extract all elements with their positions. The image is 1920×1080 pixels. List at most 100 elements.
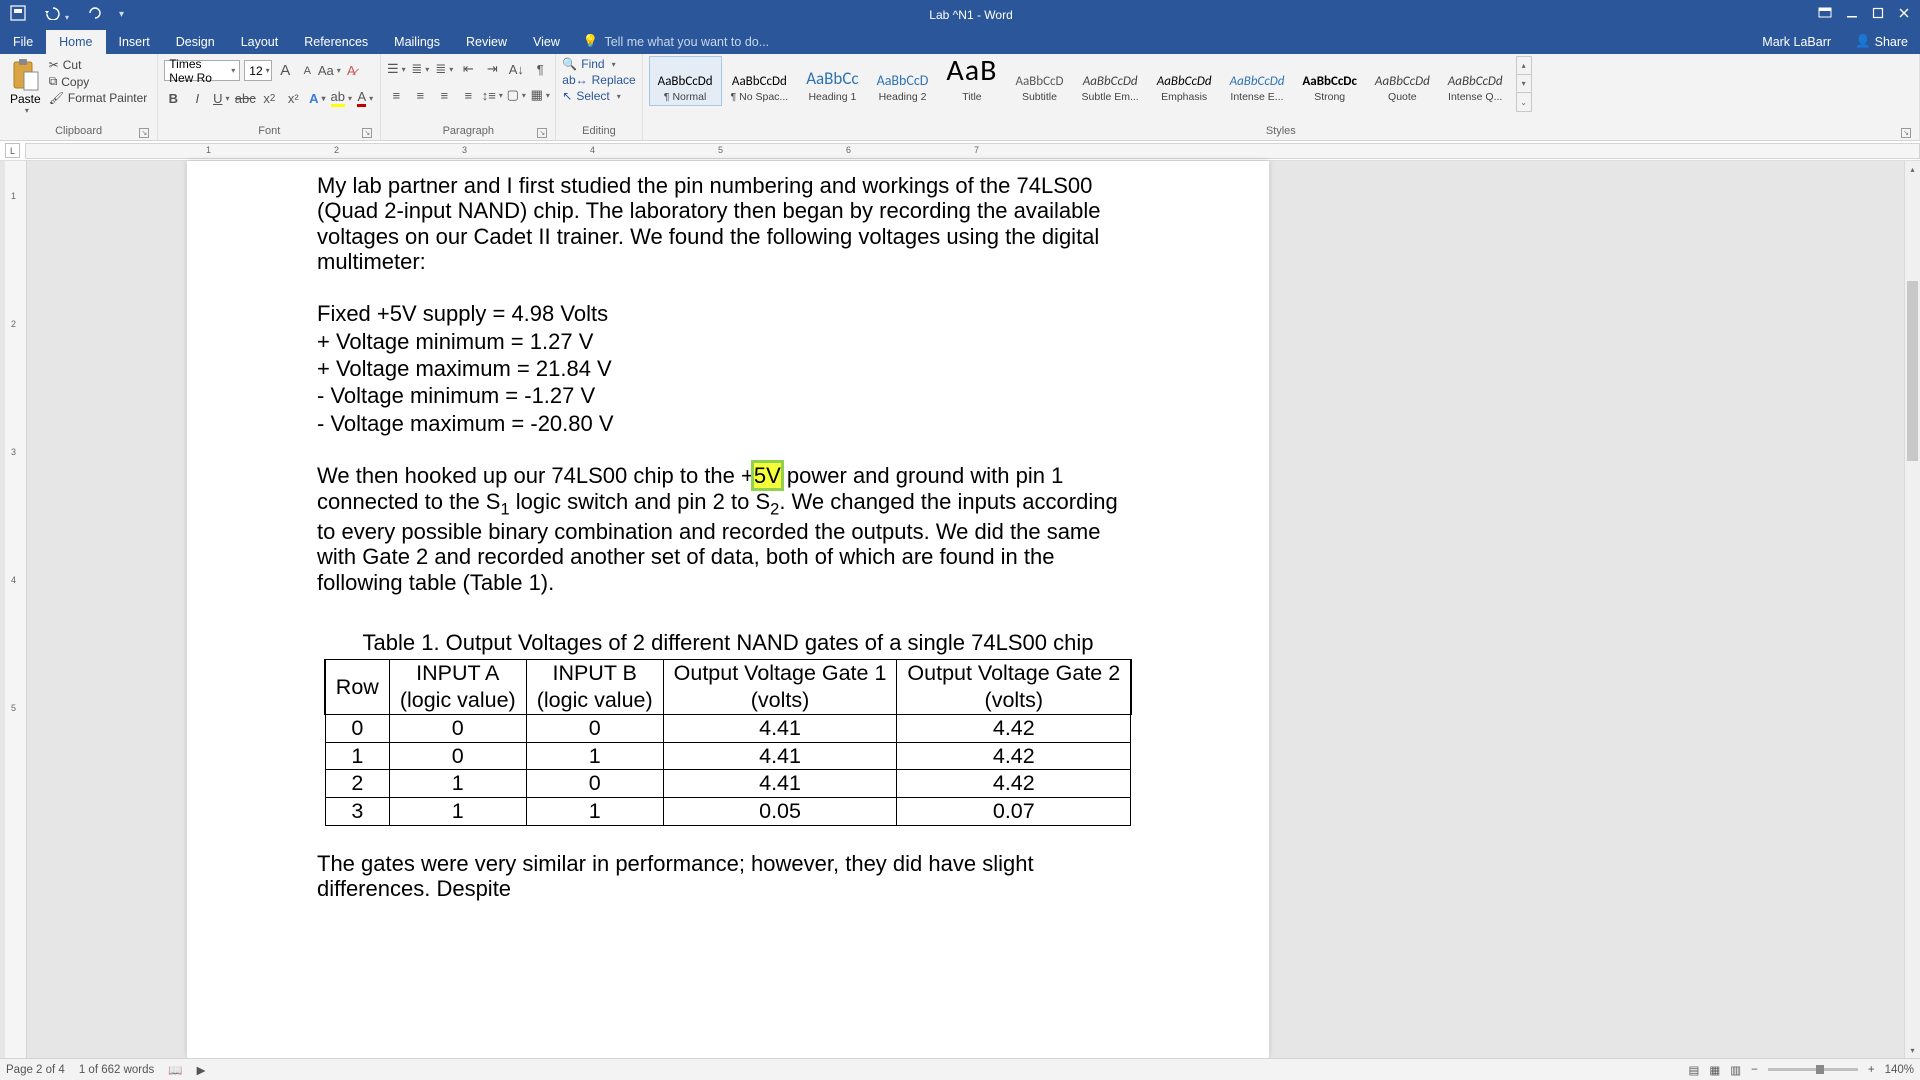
table-cell[interactable]: 1 [389,798,526,826]
highlighted-text[interactable]: 5V [754,463,781,488]
numbering-icon[interactable]: ≣▾ [411,60,429,78]
text-effects-icon[interactable]: A▾ [308,89,326,107]
bold-icon[interactable]: B [164,89,182,107]
decrease-indent-icon[interactable]: ⇤ [459,60,477,78]
macro-icon[interactable]: ▶ [197,1063,206,1077]
subscript-icon[interactable]: x2 [260,89,278,107]
paragraph-dialog-launcher[interactable]: ↘ [537,128,547,138]
minimize-icon[interactable] [1846,7,1858,22]
increase-indent-icon[interactable]: ⇥ [483,60,501,78]
data-table[interactable]: Row INPUT A INPUT B Output Voltage Gate … [325,659,1131,825]
undo-icon[interactable]: ▾ [44,6,69,23]
copy-button[interactable]: ⧉Copy [49,74,148,89]
ribbon-display-icon[interactable] [1818,7,1832,22]
table-title[interactable]: Table 1. Output Voltages of 2 different … [317,630,1139,655]
line-vmax-minus[interactable]: - Voltage maximum = -20.80 V [317,411,1139,436]
line-fixed-5v[interactable]: Fixed +5V supply = 4.98 Volts [317,301,1139,326]
page[interactable]: My lab partner and I first studied the p… [187,161,1269,1058]
table-cell[interactable]: 4.42 [897,770,1131,798]
web-layout-icon[interactable]: ▥ [1730,1063,1741,1077]
table-cell[interactable]: 1 [389,770,526,798]
style--no-spac-[interactable]: AaBbCcDd¶ No Spac... [722,56,798,106]
table-cell[interactable]: 0 [526,770,663,798]
tab-file[interactable]: File [0,30,46,54]
show-marks-icon[interactable]: ¶ [531,60,549,78]
spellcheck-icon[interactable]: 📖 [168,1063,182,1077]
horizontal-ruler[interactable]: 1234567 [25,143,1920,159]
change-case-icon[interactable]: Aa▾ [320,62,338,80]
style-quote[interactable]: AaBbCcDdQuote [1366,56,1439,106]
style-title[interactable]: AaBTitle [937,56,1006,106]
style-intense-q-[interactable]: AaBbCcDdIntense Q... [1439,56,1512,106]
vertical-scrollbar[interactable]: ▴ ▾ [1904,161,1920,1058]
table-cell[interactable]: 0 [325,714,389,742]
tab-selector[interactable]: L [5,143,20,158]
status-page[interactable]: Page 2 of 4 [6,1064,65,1076]
table-cell[interactable]: 0 [526,714,663,742]
select-button[interactable]: ↖Select▾ [562,88,635,104]
zoom-slider[interactable] [1768,1068,1858,1071]
sort-icon[interactable]: A↓ [507,60,525,78]
font-color-icon[interactable]: A▾ [356,89,374,107]
font-name-combo[interactable]: Times New Ro▾ [164,60,240,81]
style-subtle-em-[interactable]: AaBbCcDdSubtle Em... [1073,56,1148,106]
table-cell[interactable]: 4.41 [663,742,897,770]
style-heading-2[interactable]: AaBbCcDHeading 2 [868,56,938,106]
borders-icon[interactable]: ▦▾ [531,86,549,104]
tab-design[interactable]: Design [163,30,228,54]
align-center-icon[interactable]: ≡ [411,86,429,104]
autosave-icon[interactable] [10,5,26,24]
paragraph-3[interactable]: The gates were very similar in performan… [317,851,1139,902]
find-button[interactable]: 🔍Find▾ [562,56,635,72]
read-mode-icon[interactable]: ▤ [1689,1063,1700,1077]
table-row[interactable]: 0004.414.42 [325,714,1130,742]
zoom-out-icon[interactable]: − [1751,1064,1758,1076]
redo-icon[interactable] [87,6,101,23]
table-cell[interactable]: 0.05 [663,798,897,826]
maximize-icon[interactable] [1872,7,1884,22]
grow-font-icon[interactable]: A [276,62,294,80]
superscript-icon[interactable]: x² [284,89,302,107]
style-emphasis[interactable]: AaBbCcDdEmphasis [1148,56,1221,106]
clear-formatting-icon[interactable]: A̷ [342,62,360,80]
paragraph-2[interactable]: We then hooked up our 74LS00 chip to the… [317,463,1139,595]
tell-me-search[interactable]: 💡Tell me what you want to do... [573,29,779,54]
style-subtitle[interactable]: AaBbCcDSubtitle [1006,56,1072,106]
line-vmin-minus[interactable]: - Voltage minimum = -1.27 V [317,383,1139,408]
font-size-combo[interactable]: 12▾ [244,60,272,81]
tab-mailings[interactable]: Mailings [381,30,453,54]
tab-layout[interactable]: Layout [228,30,292,54]
print-layout-icon[interactable]: ▦ [1709,1063,1720,1077]
share-button[interactable]: 👤Share [1843,29,1920,54]
multilevel-list-icon[interactable]: ≣▾ [435,60,453,78]
table-cell[interactable]: 0 [389,742,526,770]
style--normal[interactable]: AaBbCcDd¶ Normal [649,56,722,106]
align-left-icon[interactable]: ≡ [387,86,405,104]
paste-button[interactable]: Paste ▾ [6,56,45,117]
style-heading-1[interactable]: AaBbCcHeading 1 [797,56,867,106]
line-vmin-plus[interactable]: + Voltage minimum = 1.27 V [317,329,1139,354]
status-words[interactable]: 1 of 662 words [79,1064,154,1076]
table-cell[interactable]: 1 [526,742,663,770]
table-row[interactable]: 3110.050.07 [325,798,1130,826]
clipboard-dialog-launcher[interactable]: ↘ [139,128,149,138]
table-cell[interactable]: 4.41 [663,770,897,798]
table-cell[interactable]: 1 [325,742,389,770]
italic-icon[interactable]: I [188,89,206,107]
table-cell[interactable]: 3 [325,798,389,826]
tab-references[interactable]: References [291,30,381,54]
style-gallery-scroll[interactable]: ▴▾⌄ [1516,56,1532,112]
table-cell[interactable]: 0.07 [897,798,1131,826]
zoom-level[interactable]: 140% [1885,1064,1914,1076]
table-cell[interactable]: 4.42 [897,714,1131,742]
table-cell[interactable]: 0 [389,714,526,742]
line-vmax-plus[interactable]: + Voltage maximum = 21.84 V [317,356,1139,381]
shrink-font-icon[interactable]: A [298,62,316,80]
align-right-icon[interactable]: ≡ [435,86,453,104]
shading-icon[interactable]: ▢▾ [507,86,525,104]
user-name[interactable]: Mark LaBarr [1750,30,1843,54]
table-cell[interactable]: 2 [325,770,389,798]
table-cell[interactable]: 1 [526,798,663,826]
style-strong[interactable]: AaBbCcDcStrong [1293,56,1366,106]
vertical-ruler[interactable]: 12345 [5,161,27,1058]
